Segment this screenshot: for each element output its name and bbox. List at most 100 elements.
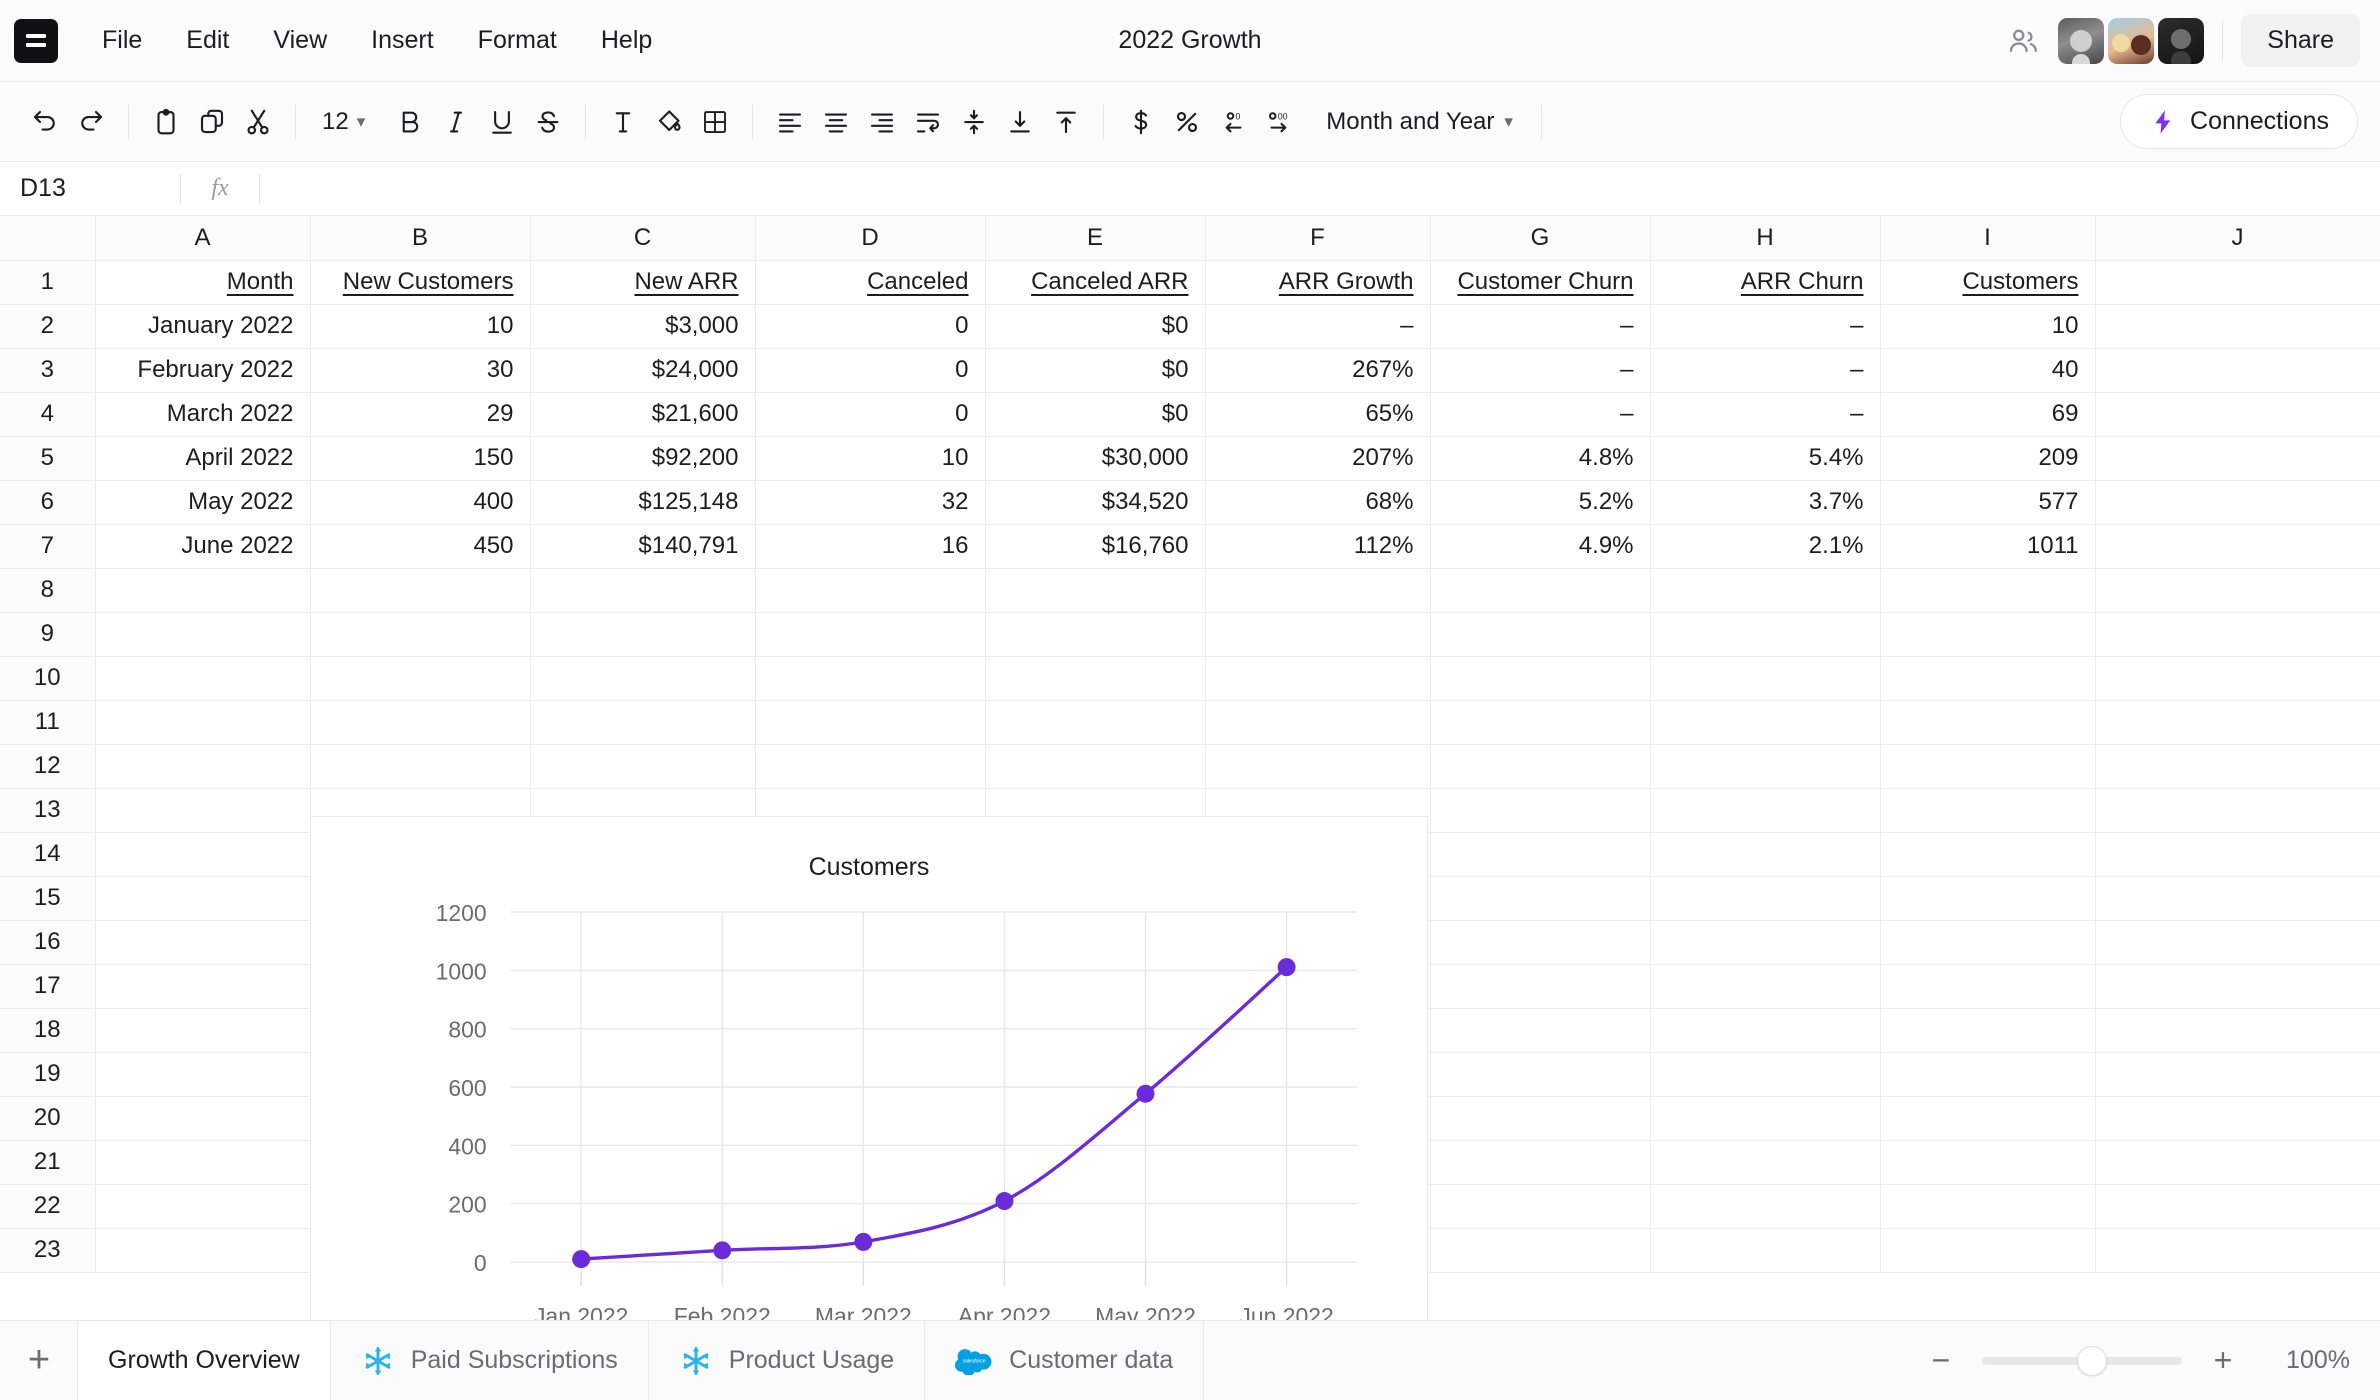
- cell-a2[interactable]: January 2022: [95, 304, 310, 348]
- cell-j4[interactable]: [2095, 392, 2380, 436]
- cell-g21[interactable]: [1430, 1140, 1650, 1184]
- cell-i13[interactable]: [1880, 788, 2095, 832]
- cell-f7[interactable]: 112%: [1205, 524, 1430, 568]
- row-number[interactable]: 17: [0, 964, 95, 1008]
- cell-i21[interactable]: [1880, 1140, 2095, 1184]
- cell-h9[interactable]: [1650, 612, 1880, 656]
- cell-b7[interactable]: 450: [310, 524, 530, 568]
- cell-e2[interactable]: $0: [985, 304, 1205, 348]
- cell-b8[interactable]: [310, 568, 530, 612]
- cell-a21[interactable]: [95, 1140, 310, 1184]
- cell-h8[interactable]: [1650, 568, 1880, 612]
- cell-a3[interactable]: February 2022: [95, 348, 310, 392]
- row-number[interactable]: 1: [0, 260, 95, 304]
- cell-j17[interactable]: [2095, 964, 2380, 1008]
- currency-format-icon[interactable]: [1118, 99, 1164, 145]
- cell-d5[interactable]: 10: [755, 436, 985, 480]
- cell-j9[interactable]: [2095, 612, 2380, 656]
- cell-a16[interactable]: [95, 920, 310, 964]
- column-header-g[interactable]: G: [1430, 216, 1650, 260]
- cell-a23[interactable]: [95, 1228, 310, 1272]
- cell-a12[interactable]: [95, 744, 310, 788]
- cell-h6[interactable]: 3.7%: [1650, 480, 1880, 524]
- cell-g2[interactable]: –: [1430, 304, 1650, 348]
- cell-b11[interactable]: [310, 700, 530, 744]
- cell-d4[interactable]: 0: [755, 392, 985, 436]
- cell-g1[interactable]: Customer Churn: [1430, 260, 1650, 304]
- align-bottom-icon[interactable]: [997, 99, 1043, 145]
- cell-e9[interactable]: [985, 612, 1205, 656]
- cell-i4[interactable]: 69: [1880, 392, 2095, 436]
- menu-item-file[interactable]: File: [80, 18, 164, 63]
- align-left-icon[interactable]: [767, 99, 813, 145]
- sheet-tab-product-usage[interactable]: Product Usage: [648, 1321, 925, 1400]
- cell-b12[interactable]: [310, 744, 530, 788]
- sheet-tab-customer-data[interactable]: salesforce Customer data: [924, 1321, 1204, 1400]
- cell-g14[interactable]: [1430, 832, 1650, 876]
- row-number[interactable]: 10: [0, 656, 95, 700]
- cell-i9[interactable]: [1880, 612, 2095, 656]
- cell-h3[interactable]: –: [1650, 348, 1880, 392]
- cell-i17[interactable]: [1880, 964, 2095, 1008]
- cell-i1[interactable]: Customers: [1880, 260, 2095, 304]
- cell-f6[interactable]: 68%: [1205, 480, 1430, 524]
- cell-d3[interactable]: 0: [755, 348, 985, 392]
- align-top-icon[interactable]: [1043, 99, 1089, 145]
- row-number[interactable]: 12: [0, 744, 95, 788]
- redo-icon[interactable]: [68, 99, 114, 145]
- cell-e4[interactable]: $0: [985, 392, 1205, 436]
- cell-d11[interactable]: [755, 700, 985, 744]
- cell-i3[interactable]: 40: [1880, 348, 2095, 392]
- align-center-icon[interactable]: [813, 99, 859, 145]
- cell-h5[interactable]: 5.4%: [1650, 436, 1880, 480]
- bold-icon[interactable]: [387, 99, 433, 145]
- cell-g19[interactable]: [1430, 1052, 1650, 1096]
- cell-c6[interactable]: $125,148: [530, 480, 755, 524]
- zoom-slider[interactable]: [1982, 1357, 2182, 1365]
- cell-c2[interactable]: $3,000: [530, 304, 755, 348]
- cell-i11[interactable]: [1880, 700, 2095, 744]
- cell-d8[interactable]: [755, 568, 985, 612]
- customers-chart[interactable]: Customers 020040060080010001200Jan 2022F…: [310, 816, 1428, 1320]
- cell-f12[interactable]: [1205, 744, 1430, 788]
- column-header-h[interactable]: H: [1650, 216, 1880, 260]
- cell-f5[interactable]: 207%: [1205, 436, 1430, 480]
- cell-i20[interactable]: [1880, 1096, 2095, 1140]
- cell-h10[interactable]: [1650, 656, 1880, 700]
- cell-i8[interactable]: [1880, 568, 2095, 612]
- cell-f11[interactable]: [1205, 700, 1430, 744]
- cell-g3[interactable]: –: [1430, 348, 1650, 392]
- row-number[interactable]: 20: [0, 1096, 95, 1140]
- cell-d10[interactable]: [755, 656, 985, 700]
- cell-j3[interactable]: [2095, 348, 2380, 392]
- cell-i15[interactable]: [1880, 876, 2095, 920]
- cell-h18[interactable]: [1650, 1008, 1880, 1052]
- cell-a22[interactable]: [95, 1184, 310, 1228]
- row-number[interactable]: 7: [0, 524, 95, 568]
- cell-i12[interactable]: [1880, 744, 2095, 788]
- row-number[interactable]: 11: [0, 700, 95, 744]
- row-number[interactable]: 23: [0, 1228, 95, 1272]
- cell-j12[interactable]: [2095, 744, 2380, 788]
- cell-i18[interactable]: [1880, 1008, 2095, 1052]
- cell-f10[interactable]: [1205, 656, 1430, 700]
- cell-i22[interactable]: [1880, 1184, 2095, 1228]
- avatar[interactable]: [2108, 18, 2154, 64]
- cell-i7[interactable]: 1011: [1880, 524, 2095, 568]
- cell-i23[interactable]: [1880, 1228, 2095, 1272]
- cell-reference-input[interactable]: D13: [0, 174, 180, 203]
- cell-e11[interactable]: [985, 700, 1205, 744]
- cell-c1[interactable]: New ARR: [530, 260, 755, 304]
- avatar[interactable]: [2058, 18, 2104, 64]
- cell-c7[interactable]: $140,791: [530, 524, 755, 568]
- cell-h14[interactable]: [1650, 832, 1880, 876]
- cell-b2[interactable]: 10: [310, 304, 530, 348]
- copy-icon[interactable]: [189, 99, 235, 145]
- cell-h7[interactable]: 2.1%: [1650, 524, 1880, 568]
- borders-icon[interactable]: [692, 99, 738, 145]
- cell-c4[interactable]: $21,600: [530, 392, 755, 436]
- cell-g12[interactable]: [1430, 744, 1650, 788]
- cell-a5[interactable]: April 2022: [95, 436, 310, 480]
- cell-c9[interactable]: [530, 612, 755, 656]
- cell-g23[interactable]: [1430, 1228, 1650, 1272]
